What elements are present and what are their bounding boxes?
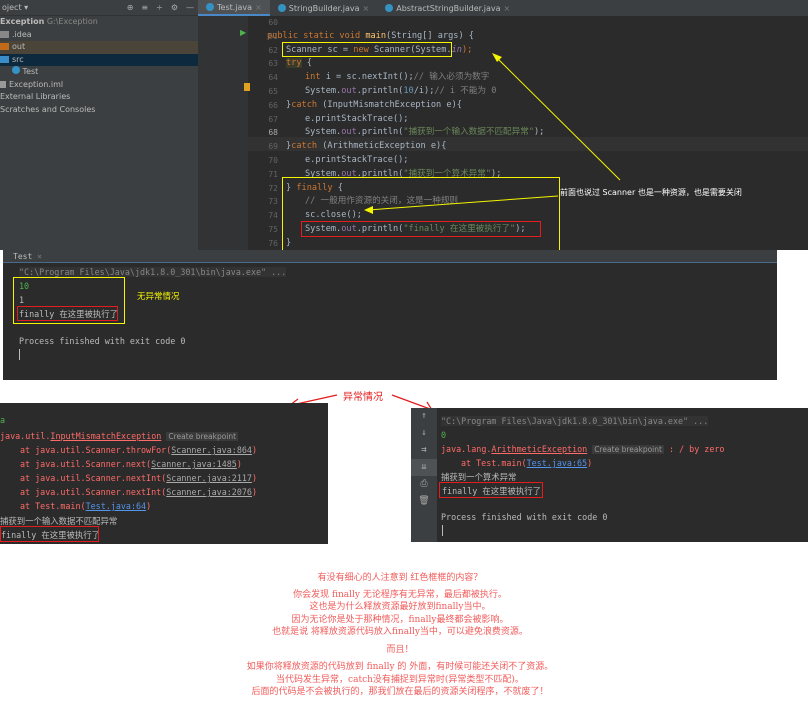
stack-frame: at java.util.Scanner.throwFor(Scanner.ja… <box>20 445 257 455</box>
note-line: 你会发现 finally 无论程序有无异常，最后都被执行。 <box>293 589 507 600</box>
run-panel: Test × "C:\Program Files\Java\jdk1.8.0_3… <box>3 250 777 380</box>
caret <box>19 349 20 360</box>
arrow-to-close <box>367 195 559 211</box>
red-box-finally <box>17 306 118 321</box>
trash-icon[interactable]: 🗑 <box>411 493 437 510</box>
soft-wrap-icon[interactable]: ⇉ <box>411 442 437 459</box>
left-console: a java.util.InputMismatchException Creat… <box>0 403 328 544</box>
run-command: "C:\Program Files\Java\jdk1.8.0_301\bin\… <box>441 416 709 426</box>
note-line: 有没有细心的人注意到 红色框框的内容？ <box>317 573 483 583</box>
stack-frame: at java.util.Scanner.nextInt(Scanner.jav… <box>20 487 257 497</box>
exception-line: java.lang.ArithmeticException Create bre… <box>441 444 725 454</box>
down-arrow-icon[interactable]: ↓ <box>411 425 437 442</box>
caret <box>442 525 443 536</box>
note-line: 因为无论你是处于那种情况，finally最终都会被影响。 <box>291 614 509 625</box>
run-command: "C:\Program Files\Java\jdk1.8.0_301\bin\… <box>19 267 287 277</box>
create-breakpoint[interactable]: Create breakpoint <box>592 445 664 454</box>
no-exception-label: 无异常情况 <box>137 292 180 302</box>
run-tab[interactable]: Test × <box>3 250 777 263</box>
stack-frame: at java.util.Scanner.nextInt(Scanner.jav… <box>20 473 257 483</box>
right-console: ↑ ↓ ⇉ ⇊ ⎙ 🗑 "C:\Program Files\Java\jdk1.8.0_3… <box>411 408 808 542</box>
create-breakpoint[interactable]: Create breakpoint <box>166 432 239 441</box>
print-icon[interactable]: ⎙ <box>411 476 437 493</box>
up-arrow-icon[interactable]: ↑ <box>411 408 437 425</box>
console-toolbar: ↑ ↓ ⇉ ⇊ ⎙ 🗑 <box>411 408 437 542</box>
exception-line: java.util.InputMismatchException Create … <box>0 431 239 441</box>
explanation-notes: 有没有细心的人注意到 红色框框的内容？ 你会发现 finally 无论程序有无异… <box>150 572 650 699</box>
stack-frame: at Test.main(Test.java:64) <box>20 501 152 511</box>
arrow-right <box>391 394 431 410</box>
note-line: 当代码发生异常，catch没有捕捉到异常时(异常类型不匹配)。 <box>276 674 524 685</box>
stack-frame: at java.util.Scanner.next(Scanner.java:1… <box>20 459 242 469</box>
note-line: 后面的代码是不会被执行的，那我们放在最后的资源关闭程序，不就废了！ <box>251 687 549 697</box>
arrow-to-scanner <box>494 55 621 181</box>
red-box-finally <box>0 526 99 542</box>
ide-window: oject ▾ ⊕ ≡ ÷ ⚙ — Exception G:\Exception .id… <box>0 0 808 257</box>
process-finished: Process finished with exit code 0 <box>19 336 186 346</box>
note-line: 而且！ <box>386 644 414 655</box>
stack-frame: at Test.main(Test.java:65) <box>461 458 593 468</box>
red-box-finally <box>439 482 543 498</box>
scroll-to-end-icon[interactable]: ⇊ <box>411 459 437 476</box>
note-line: 也就是说 将释放资源代码放入finally当中，可以避免浪费资源。 <box>272 627 528 637</box>
arrow-head <box>492 53 502 62</box>
console-input: 0 <box>441 430 447 440</box>
console-input: a <box>0 415 6 425</box>
arrow-head <box>364 206 373 214</box>
note-line: 这也是为什么释放资源最好放到finally当中。 <box>309 602 491 612</box>
note-line: 如果你将释放资源的代码放到 finally 的 外面，有时候可能还关闭不了资源。 <box>246 662 554 672</box>
annotation-arrows <box>364 53 621 214</box>
process-finished: Process finished with exit code 0 <box>441 512 608 522</box>
